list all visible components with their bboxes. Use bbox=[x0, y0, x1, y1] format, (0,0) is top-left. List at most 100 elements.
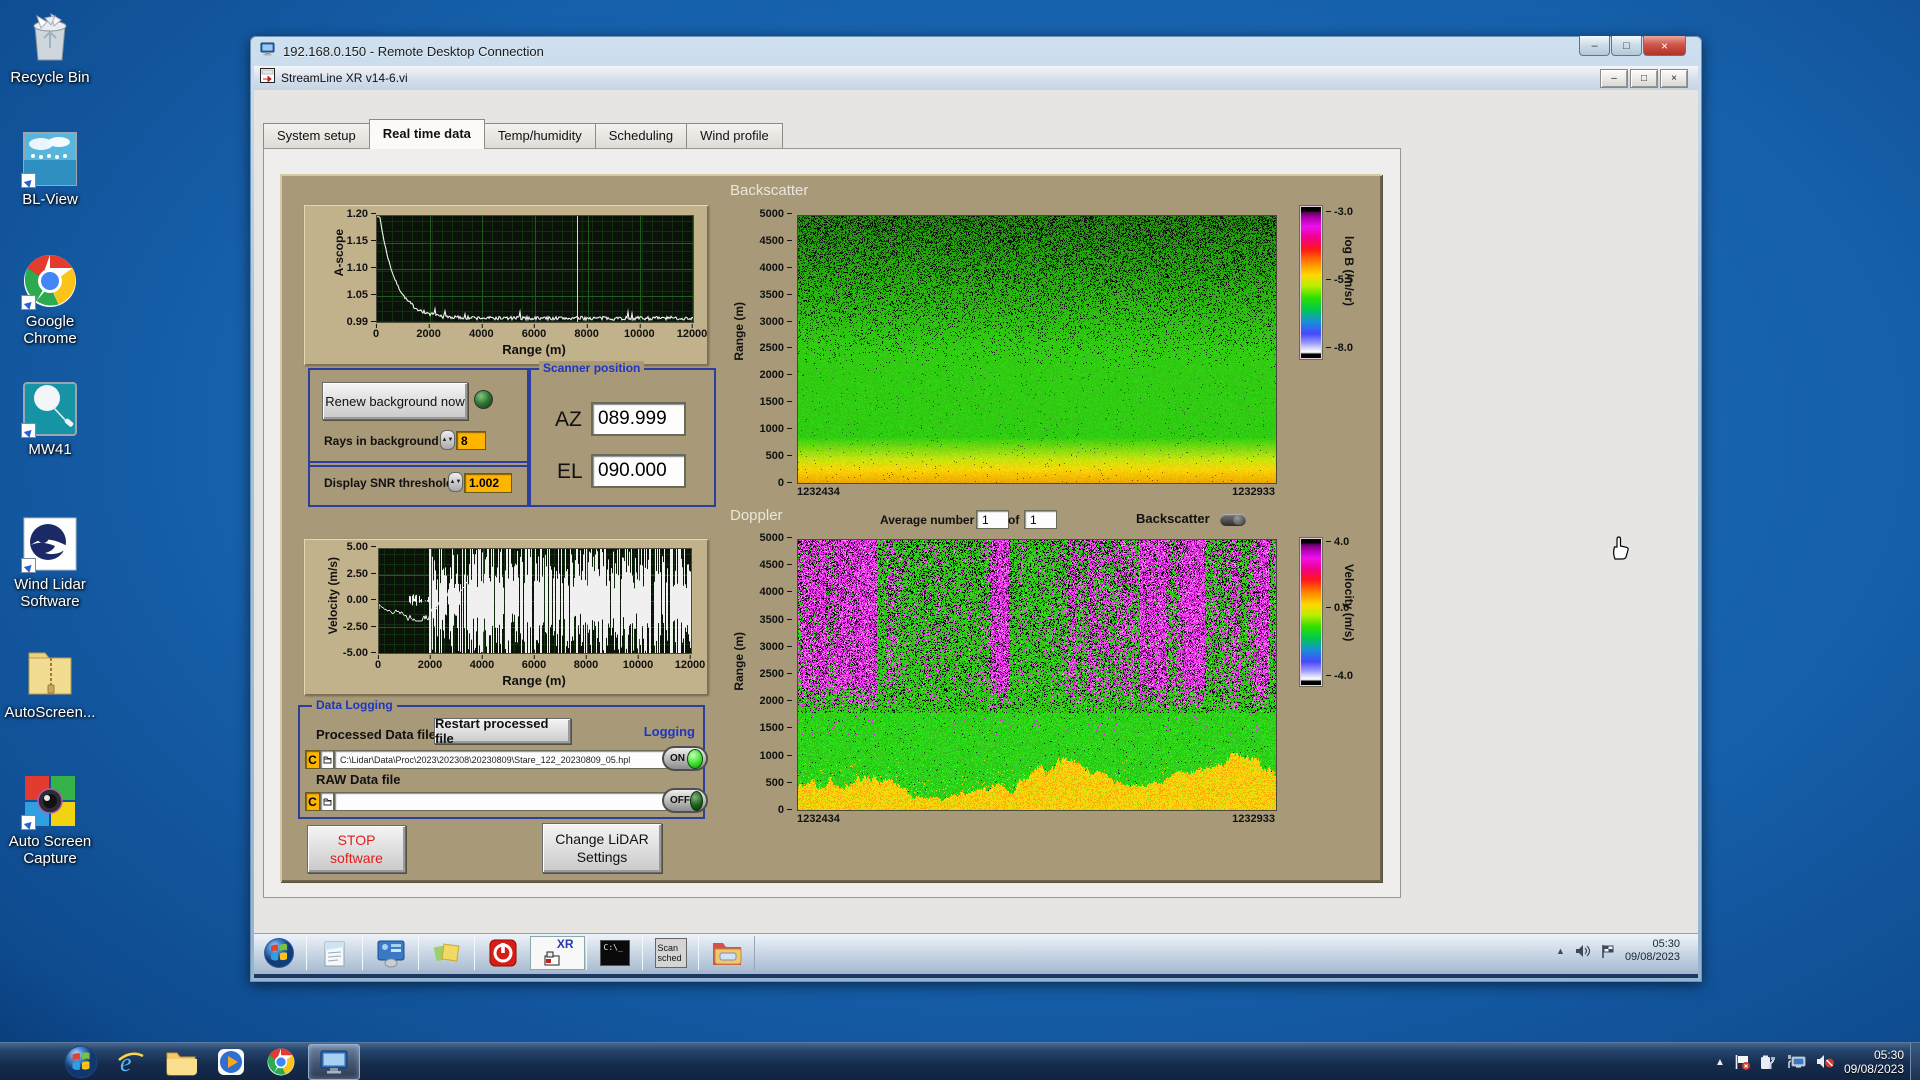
el-value-field[interactable]: 090.000 bbox=[591, 454, 686, 488]
processed-browse-button[interactable] bbox=[320, 750, 334, 769]
snr-spinner[interactable]: ▲▼ bbox=[448, 472, 463, 492]
restart-processed-file-button[interactable]: Restart processed file bbox=[434, 718, 571, 744]
remote-start-button[interactable] bbox=[262, 936, 296, 975]
tick-label: 4500 bbox=[760, 235, 792, 247]
tick-label: 0.99 bbox=[347, 316, 376, 328]
taskbar-file-explorer-button[interactable] bbox=[158, 1045, 204, 1079]
show-desktop-button[interactable] bbox=[1910, 1043, 1920, 1080]
tab-real-time-data[interactable]: Real time data bbox=[369, 119, 485, 149]
volume-muted-icon[interactable] bbox=[1816, 1054, 1835, 1070]
desktop-icon-label: Auto Screen Capture bbox=[4, 833, 96, 867]
remote-desktop-icon bbox=[260, 41, 276, 62]
desktop-icon-label: Wind Lidar Software bbox=[4, 576, 96, 610]
on-led-icon bbox=[687, 749, 703, 769]
desktop-icon-wind-lidar[interactable]: Wind Lidar Software bbox=[4, 515, 96, 610]
maximize-button[interactable]: □ bbox=[1611, 36, 1642, 56]
remote-desktop-icon bbox=[319, 1048, 349, 1076]
tick-label: 2500 bbox=[760, 668, 792, 680]
remote-taskbar-sticky-notes-button[interactable] bbox=[418, 936, 475, 970]
network-icon[interactable] bbox=[1787, 1054, 1807, 1070]
minimize-button[interactable]: – bbox=[1579, 36, 1610, 56]
labview-xr-icon: XR bbox=[541, 938, 575, 968]
renew-background-button[interactable]: Renew background now bbox=[322, 382, 468, 420]
tick-label: 0 bbox=[778, 477, 792, 489]
rdp-titlebar[interactable]: 192.168.0.150 - Remote Desktop Connectio… bbox=[250, 36, 1702, 66]
processed-path-field[interactable]: C:\Lidar\Data\Proc\2023\202308\20230809\… bbox=[334, 750, 667, 769]
tick-label: 1.10 bbox=[347, 262, 376, 274]
snr-value-field[interactable]: 1.002 bbox=[464, 473, 512, 493]
remote-taskbar-scan-scheduler-button[interactable]: Scansched bbox=[642, 936, 699, 970]
change-lidar-settings-button[interactable]: Change LiDAR Settings bbox=[542, 823, 662, 873]
remote-clock[interactable]: 05:3009/08/2023 bbox=[1625, 938, 1680, 964]
tray-expand-icon[interactable]: ▲ bbox=[1715, 1057, 1725, 1068]
vi-maximize-button[interactable]: □ bbox=[1630, 69, 1658, 88]
tab-temp-humidity[interactable]: Temp/humidity bbox=[484, 123, 596, 149]
average-number-field[interactable]: 1 bbox=[976, 510, 1009, 529]
remote-taskbar-power-stop-button[interactable] bbox=[474, 936, 531, 970]
close-button[interactable]: × bbox=[1643, 36, 1686, 56]
vi-close-button[interactable]: × bbox=[1660, 69, 1688, 88]
taskbar-remote-desktop-button[interactable] bbox=[308, 1044, 360, 1080]
battery-power-icon[interactable] bbox=[1760, 1054, 1778, 1070]
raw-path-field[interactable] bbox=[334, 792, 667, 811]
vi-minimize-button[interactable]: – bbox=[1600, 69, 1628, 88]
data-logging-panel: Data Logging Processed Data file Restart… bbox=[298, 705, 705, 819]
processed-drive-selector[interactable]: C bbox=[305, 750, 320, 769]
remote-taskbar-folder-button[interactable] bbox=[698, 936, 755, 970]
tab-system-setup[interactable]: System setup bbox=[263, 123, 370, 149]
remote-taskbar-notepad-button[interactable] bbox=[306, 936, 363, 970]
tick-label: 1.15 bbox=[347, 235, 376, 247]
action-center-flag-icon[interactable] bbox=[1601, 944, 1615, 959]
tab-wind-profile[interactable]: Wind profile bbox=[686, 123, 783, 149]
backscatter-toggle-switch[interactable] bbox=[1220, 514, 1246, 526]
timestamp-end: 1232933 bbox=[1232, 486, 1275, 498]
taskbar-internet-explorer-button[interactable]: e bbox=[108, 1045, 154, 1079]
tick-label: 4000 bbox=[469, 328, 493, 340]
tray-expand-icon[interactable]: ▲ bbox=[1556, 946, 1565, 956]
rays-value-field[interactable]: 8 bbox=[456, 431, 486, 450]
tab-scheduling[interactable]: Scheduling bbox=[595, 123, 687, 149]
remote-taskbar-control-panel-button[interactable] bbox=[362, 936, 419, 970]
stop-software-button[interactable]: STOP software bbox=[307, 825, 406, 873]
desktop-icon-bl-view[interactable]: BL-View bbox=[4, 130, 96, 208]
raw-logging-off-button[interactable]: OFF bbox=[662, 788, 708, 813]
rays-in-background-label: Rays in background bbox=[324, 434, 439, 448]
clock[interactable]: 05:3009/08/2023 bbox=[1844, 1048, 1910, 1076]
desktop-icon-google-chrome[interactable]: Google Chrome bbox=[4, 252, 96, 347]
action-center-flag-icon[interactable] bbox=[1734, 1054, 1751, 1071]
average-total-field[interactable]: 1 bbox=[1024, 510, 1057, 529]
bl-view-icon bbox=[21, 130, 79, 188]
desktop-icon-recycle-bin[interactable]: Recycle Bin bbox=[4, 8, 96, 86]
rays-spinner[interactable]: ▲▼ bbox=[440, 430, 455, 450]
desktop-icon-autoscreen-zip[interactable]: AutoScreen... bbox=[4, 643, 96, 721]
taskbar-media-player-button[interactable] bbox=[208, 1045, 254, 1079]
tick-label: 5.00 bbox=[347, 541, 376, 553]
desktop-icon-auto-screen-capture[interactable]: Auto Screen Capture bbox=[4, 772, 96, 867]
tick-label: -5.00 bbox=[343, 647, 376, 659]
processed-logging-on-button[interactable]: ON bbox=[662, 746, 708, 771]
chrome-icon bbox=[21, 252, 79, 310]
az-value-field[interactable]: 089.999 bbox=[591, 402, 686, 436]
ascope-graph-frame: A-scope 1.201.151.101.050.99 02000400060… bbox=[304, 205, 708, 365]
raw-browse-button[interactable] bbox=[320, 792, 334, 811]
remote-system-tray: ▲ 05:3009/08/2023 bbox=[1556, 934, 1680, 968]
tick-label: 0 bbox=[375, 659, 381, 671]
scan-scheduler-icon: Scansched bbox=[655, 938, 687, 968]
az-label: AZ bbox=[555, 408, 582, 432]
raw-drive-selector[interactable]: C bbox=[305, 792, 320, 811]
desktop-icon-mw41[interactable]: MW41 bbox=[4, 380, 96, 458]
vi-titlebar[interactable]: StreamLine XR v14-6.vi – □ × bbox=[254, 66, 1698, 91]
start-button[interactable] bbox=[58, 1045, 104, 1079]
volume-icon[interactable] bbox=[1575, 944, 1591, 958]
taskbar-chrome-button[interactable] bbox=[258, 1045, 304, 1079]
remote-taskbar-streamline-xr-button[interactable]: XR bbox=[530, 936, 585, 970]
tick-label: 2500 bbox=[760, 342, 792, 354]
change-label-line1: Change LiDAR bbox=[555, 830, 648, 848]
svg-text:e: e bbox=[120, 1048, 132, 1077]
tick-label: 4500 bbox=[760, 559, 792, 571]
remote-taskbar-command-prompt-button[interactable]: C:\_ bbox=[586, 936, 643, 970]
velocity-y-ticks: 5.002.500.00-2.50-5.00 bbox=[340, 541, 376, 659]
zip-folder-icon bbox=[21, 643, 79, 701]
taskbar: e bbox=[0, 1042, 1920, 1080]
tick-label: 2000 bbox=[416, 328, 440, 340]
